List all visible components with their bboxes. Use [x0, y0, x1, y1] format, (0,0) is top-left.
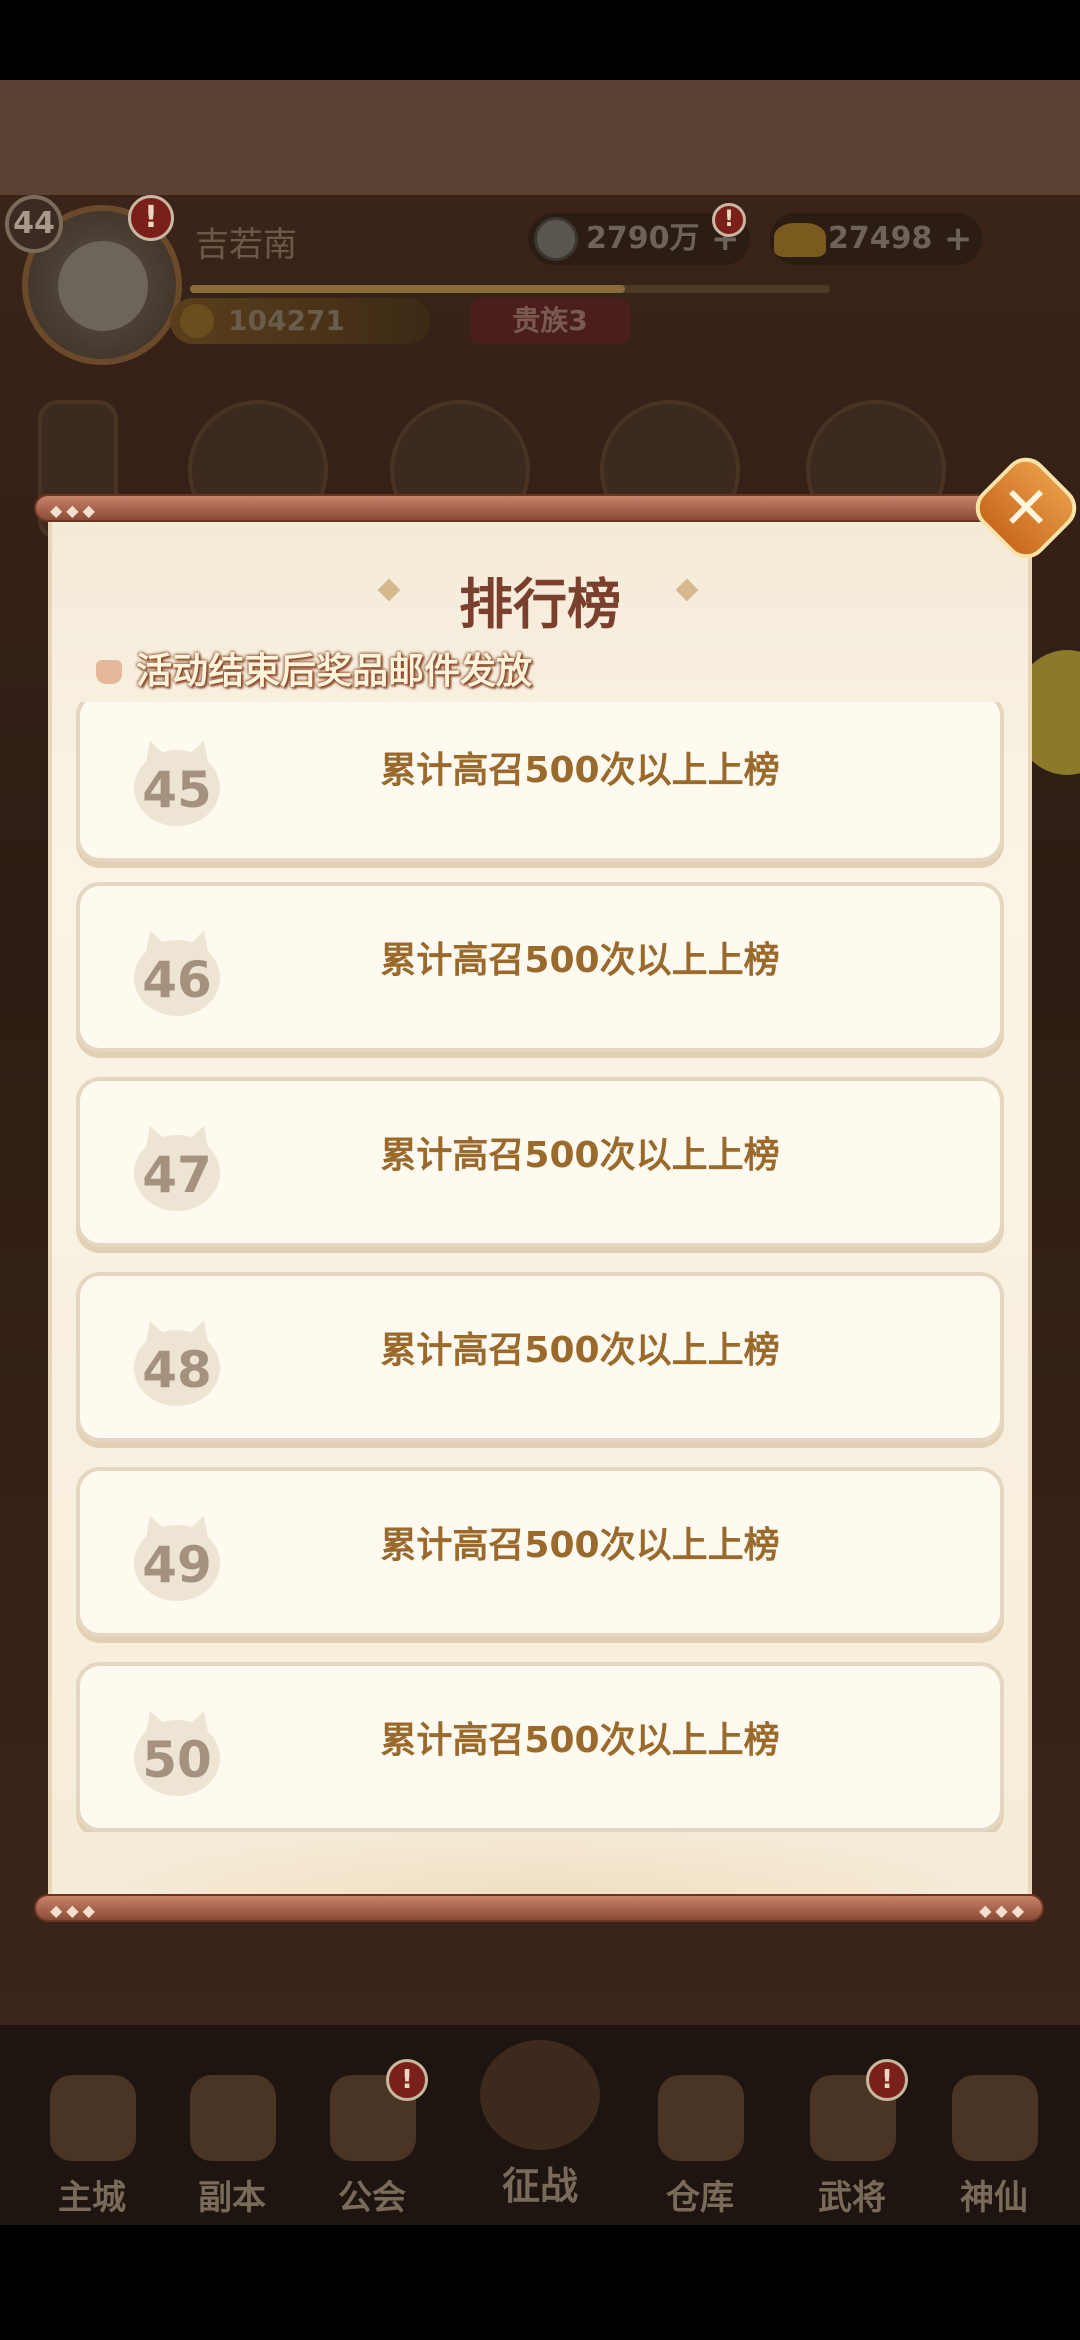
copper-alert-icon: !: [712, 203, 746, 237]
ranking-row: 47 累计高召500次以上上榜: [76, 1077, 1004, 1247]
scroll-rod-bottom: ◆◆◆ ◆◆◆: [34, 1894, 1044, 1922]
cat-immortal-icon: [952, 2075, 1038, 2161]
cat-avatar-icon: [58, 241, 148, 331]
castle-icon: [50, 2075, 136, 2161]
ranking-row: 49 累计高召500次以上上榜: [76, 1467, 1004, 1637]
status-bar: [0, 0, 1080, 80]
rank-badge: 49: [134, 1511, 220, 1601]
sword-icon: [190, 2075, 276, 2161]
rank-badge: 50: [134, 1706, 220, 1796]
player-hud: 44 ! 吉若南 2790万 + ! 27498 + 104271 贵族3: [0, 195, 1080, 365]
nav-item-battle[interactable]: 征战: [470, 2025, 610, 2215]
cat-head-icon: [96, 660, 122, 684]
rank-condition: 累计高召500次以上上榜: [380, 1330, 780, 1371]
avatar-alert-icon: !: [128, 195, 174, 241]
nav-label: 武将: [818, 2178, 886, 2218]
rank-condition: 累计高召500次以上上榜: [380, 1720, 780, 1761]
guild-alert-icon: !: [386, 2059, 428, 2101]
power-value: 104271: [228, 304, 345, 337]
copper-amount: 2790万: [586, 221, 700, 256]
nav-label: 神仙: [960, 2178, 1028, 2218]
nav-label: 副本: [198, 2178, 266, 2218]
gold-currency[interactable]: 27498 +: [770, 213, 983, 265]
scroll-rod-top: ◆◆◆: [34, 494, 1044, 522]
rank-number: 45: [142, 761, 212, 819]
ranking-row: 46 累计高召500次以上上榜: [76, 882, 1004, 1052]
rank-condition: 累计高召500次以上上榜: [380, 940, 780, 981]
system-nav-area: [0, 2226, 1080, 2340]
generals-alert-icon: !: [866, 2059, 908, 2101]
rank-badge: 45: [134, 736, 220, 826]
rank-condition: 累计高召500次以上上榜: [380, 1525, 780, 1566]
game-screen: 44 ! 吉若南 2790万 + ! 27498 + 104271 贵族3 主城…: [0, 0, 1080, 2340]
rank-number: 48: [142, 1341, 212, 1399]
rank-number: 47: [142, 1146, 212, 1204]
modal-title: 排行榜: [459, 573, 621, 636]
paw-icon: [180, 304, 214, 338]
player-name: 吉若南: [195, 225, 297, 265]
add-gold-icon[interactable]: +: [944, 213, 973, 265]
xp-bar-fill: [190, 285, 626, 293]
rank-condition: 累计高召500次以上上榜: [380, 1135, 780, 1176]
noble-rank-badge[interactable]: 贵族3: [470, 298, 630, 344]
rank-number: 46: [142, 951, 212, 1009]
nav-item-generals[interactable]: ! 武将: [792, 2059, 912, 2218]
nav-item-immortals[interactable]: 神仙: [934, 2065, 1054, 2218]
close-icon[interactable]: ✕: [984, 466, 1068, 550]
nav-label: 主城: [58, 2178, 126, 2218]
rank-badge: 48: [134, 1316, 220, 1406]
rod-ornament: ◆◆◆: [50, 501, 99, 520]
nav-item-dungeon[interactable]: 副本: [172, 2065, 292, 2218]
ranking-list[interactable]: 45 累计高召500次以上上榜 46 累计高召500次以上上榜 47 累计高召5…: [74, 702, 1006, 1832]
rank-number: 49: [142, 1536, 212, 1594]
nav-label: 公会: [338, 2178, 406, 2218]
bag-icon: [658, 2075, 744, 2161]
nav-label: 征战: [501, 2164, 578, 2208]
modal-title-wrap: 排行榜: [0, 570, 1080, 640]
ranking-row: 48 累计高召500次以上上榜: [76, 1272, 1004, 1442]
gold-amount: 27498: [828, 221, 933, 256]
rod-ornament: ◆◆◆: [979, 1901, 1028, 1920]
rank-badge: 46: [134, 926, 220, 1016]
ranking-row: 50 累计高召500次以上上榜: [76, 1662, 1004, 1832]
copper-coin-icon: [534, 217, 578, 261]
rod-ornament: ◆◆◆: [50, 1901, 99, 1920]
nav-item-main-city[interactable]: 主城: [32, 2065, 152, 2218]
rank-condition: 累计高召500次以上上榜: [380, 750, 780, 791]
power-display: 104271: [170, 298, 430, 344]
level-badge: 44: [5, 195, 63, 253]
nav-item-guild[interactable]: ! 公会: [312, 2059, 432, 2218]
gold-ingot-icon: [774, 223, 826, 257]
xp-bar: [190, 285, 830, 293]
nav-label: 仓库: [666, 2178, 734, 2218]
background-band: [0, 80, 1080, 195]
rank-number: 50: [142, 1731, 212, 1789]
battle-icon: [480, 2040, 600, 2150]
nav-item-warehouse[interactable]: 仓库: [640, 2065, 760, 2218]
reward-notice: 活动结束后奖品邮件发放: [136, 651, 533, 692]
rank-badge: 47: [134, 1121, 220, 1211]
bottom-navigation: 主城 副本 ! 公会 征战 仓库 ! 武将 神仙: [0, 2025, 1080, 2225]
ranking-row: 45 累计高召500次以上上榜: [76, 702, 1004, 862]
